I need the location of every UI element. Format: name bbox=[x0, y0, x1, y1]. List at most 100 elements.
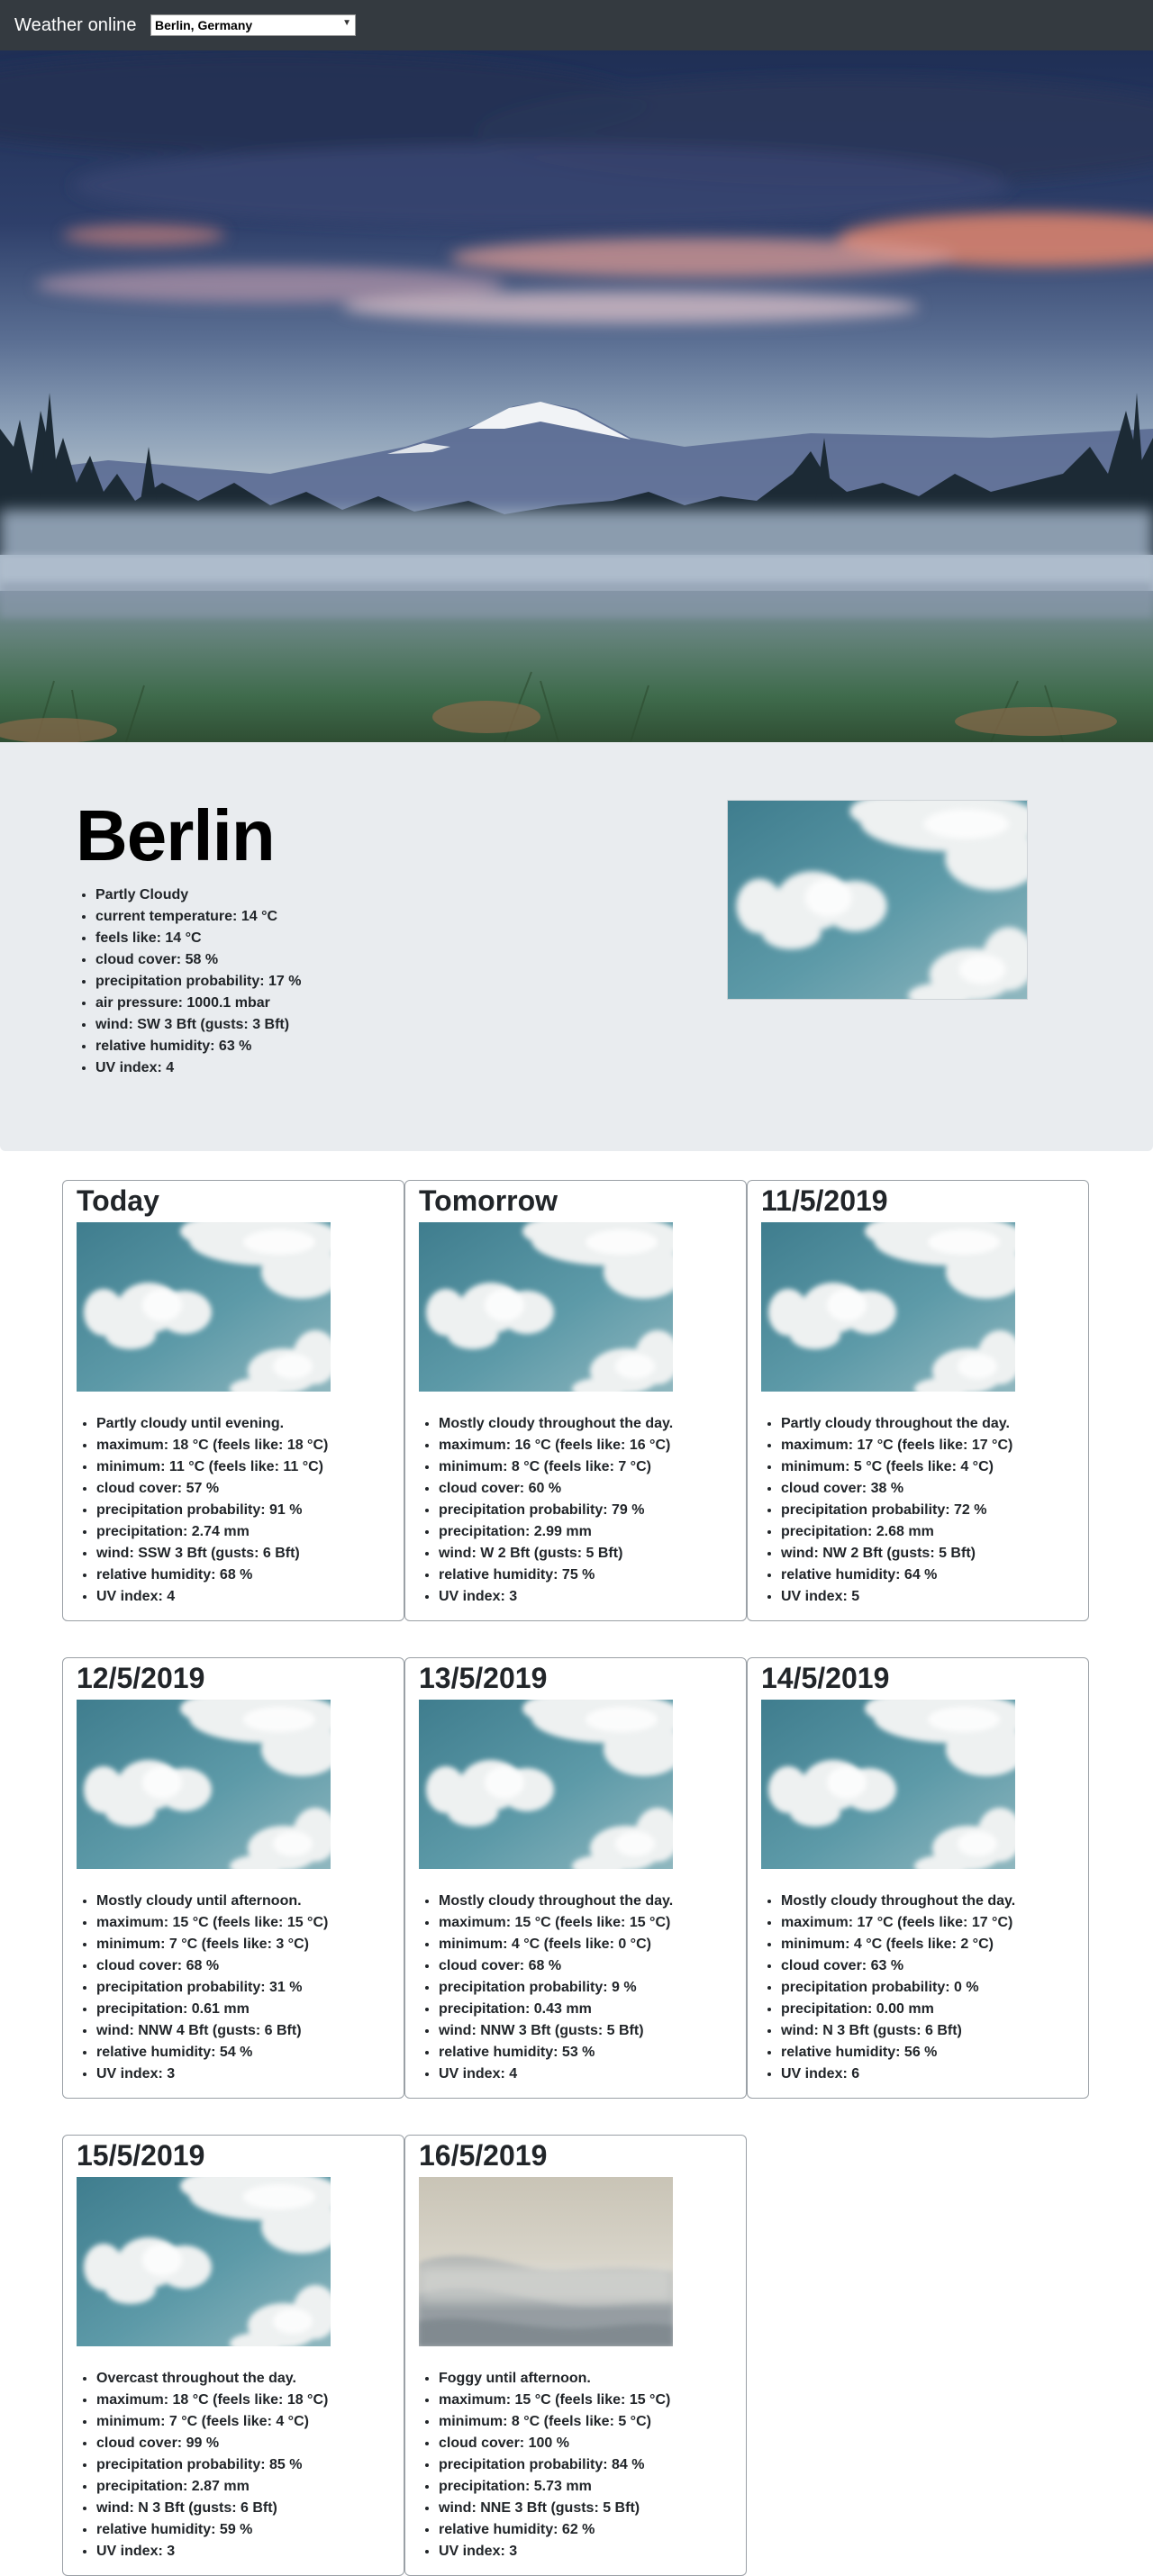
forecast-uv-index: UV index: 4 bbox=[96, 1586, 328, 1608]
forecast-cloud-cover: cloud cover: 57 % bbox=[96, 1478, 328, 1500]
forecast-precipitation-probability: precipitation probability: 79 % bbox=[439, 1500, 673, 1521]
forecast-minimum: minimum: 5 °C (feels like: 4 °C) bbox=[781, 1456, 1012, 1478]
forecast-cloud-cover: cloud cover: 60 % bbox=[439, 1478, 673, 1500]
clouds-photo bbox=[419, 1222, 673, 1392]
forecast-precipitation: precipitation: 2.74 mm bbox=[96, 1521, 328, 1543]
forecast-summary: Mostly cloudy throughout the day. bbox=[439, 1413, 673, 1435]
forecast-details: Mostly cloudy throughout the day. maximu… bbox=[781, 1891, 1015, 2085]
forecast-precipitation-probability: precipitation probability: 9 % bbox=[439, 1977, 673, 1999]
clouds-photo bbox=[761, 1700, 1015, 1869]
forecast-card: Tomorrow Mostly cloudy throughout the da… bbox=[404, 1180, 747, 1621]
forecast-card: 11/5/2019 Partly cloudy throughout the d… bbox=[747, 1180, 1089, 1621]
forecast-uv-index: UV index: 5 bbox=[781, 1586, 1012, 1608]
forecast-precipitation-probability: precipitation probability: 91 % bbox=[96, 1500, 328, 1521]
forecast-maximum: maximum: 16 °C (feels like: 16 °C) bbox=[439, 1435, 673, 1456]
forecast-card: 14/5/2019 Mostly cloudy throughout the d… bbox=[747, 1657, 1089, 2099]
forecast-minimum: minimum: 7 °C (feels like: 4 °C) bbox=[96, 2411, 328, 2433]
forecast-day: 12/5/2019 bbox=[77, 1662, 205, 1694]
forecast-humidity: relative humidity: 62 % bbox=[439, 2519, 670, 2541]
forecast-minimum: minimum: 7 °C (feels like: 3 °C) bbox=[96, 1934, 328, 1955]
forecast-wind: wind: NW 2 Bft (gusts: 5 Bft) bbox=[781, 1543, 1012, 1565]
forecast-details: Mostly cloudy throughout the day. maximu… bbox=[439, 1891, 673, 2085]
forecast-precipitation: precipitation: 2.99 mm bbox=[439, 1521, 673, 1543]
location-select[interactable]: Berlin, Germany ▼ bbox=[150, 14, 356, 36]
forecast-uv-index: UV index: 3 bbox=[439, 1586, 673, 1608]
forecast-humidity: relative humidity: 54 % bbox=[96, 2042, 328, 2064]
clouds-photo bbox=[761, 1222, 1015, 1392]
location-select-value: Berlin, Germany bbox=[155, 18, 253, 32]
forecast-day: 11/5/2019 bbox=[761, 1184, 888, 1217]
hero-landscape-image bbox=[0, 50, 1153, 742]
forecast-summary: Partly cloudy until evening. bbox=[96, 1413, 328, 1435]
forecast-cloud-cover: cloud cover: 63 % bbox=[781, 1955, 1015, 1977]
forecast-details: Overcast throughout the day. maximum: 18… bbox=[96, 2368, 328, 2562]
forecast-details: Partly cloudy throughout the day. maximu… bbox=[781, 1413, 1012, 1608]
relative-humidity: relative humidity: 63 % bbox=[95, 1036, 301, 1057]
forecast-cloud-cover: cloud cover: 38 % bbox=[781, 1478, 1012, 1500]
forecast-wind: wind: NNW 3 Bft (gusts: 5 Bft) bbox=[439, 2020, 673, 2042]
forecast-card: 16/5/2019 Foggy until afternoon. maximum… bbox=[404, 2135, 747, 2576]
forecast-precipitation: precipitation: 0.61 mm bbox=[96, 1999, 328, 2020]
forecast-precipitation-probability: precipitation probability: 72 % bbox=[781, 1500, 1012, 1521]
brand-title[interactable]: Weather online bbox=[14, 15, 137, 36]
forecast-humidity: relative humidity: 68 % bbox=[96, 1565, 328, 1586]
forecast-precipitation: precipitation: 0.00 mm bbox=[781, 1999, 1015, 2020]
cloud-cover: cloud cover: 58 % bbox=[95, 949, 301, 971]
forecast-uv-index: UV index: 4 bbox=[439, 2064, 673, 2085]
forecast-wind: wind: N 3 Bft (gusts: 6 Bft) bbox=[96, 2498, 328, 2519]
forecast-day: 14/5/2019 bbox=[761, 1662, 890, 1694]
forecast-maximum: maximum: 15 °C (feels like: 15 °C) bbox=[439, 2390, 670, 2411]
uv-index: UV index: 4 bbox=[95, 1057, 301, 1079]
forecast-precipitation: precipitation: 0.43 mm bbox=[439, 1999, 673, 2020]
forecast-card: 12/5/2019 Mostly cloudy until afternoon.… bbox=[62, 1657, 404, 2099]
wind: wind: SW 3 Bft (gusts: 3 Bft) bbox=[95, 1014, 301, 1036]
forecast-maximum: maximum: 15 °C (feels like: 15 °C) bbox=[439, 1912, 673, 1934]
forecast-wind: wind: NNW 4 Bft (gusts: 6 Bft) bbox=[96, 2020, 328, 2042]
forecast-humidity: relative humidity: 53 % bbox=[439, 2042, 673, 2064]
forecast-precipitation-probability: precipitation probability: 0 % bbox=[781, 1977, 1015, 1999]
forecast-uv-index: UV index: 3 bbox=[439, 2541, 670, 2562]
forecast-humidity: relative humidity: 59 % bbox=[96, 2519, 328, 2541]
air-pressure: air pressure: 1000.1 mbar bbox=[95, 993, 301, 1014]
forecast-minimum: minimum: 4 °C (feels like: 0 °C) bbox=[439, 1934, 673, 1955]
forecast-day: Tomorrow bbox=[419, 1184, 558, 1217]
forecast-card: 13/5/2019 Mostly cloudy throughout the d… bbox=[404, 1657, 747, 2099]
forecast-uv-index: UV index: 3 bbox=[96, 2064, 328, 2085]
forecast-summary: Mostly cloudy throughout the day. bbox=[439, 1891, 673, 1912]
forecast-cloud-cover: cloud cover: 68 % bbox=[439, 1955, 673, 1977]
forecast-precipitation-probability: precipitation probability: 84 % bbox=[439, 2454, 670, 2476]
forecast-summary: Partly cloudy throughout the day. bbox=[781, 1413, 1012, 1435]
forecast-day: 16/5/2019 bbox=[419, 2139, 548, 2172]
current-weather-details: Partly Cloudy current temperature: 14 °C… bbox=[95, 884, 301, 1079]
forecast-wind: wind: NNE 3 Bft (gusts: 5 Bft) bbox=[439, 2498, 670, 2519]
forecast-maximum: maximum: 18 °C (feels like: 18 °C) bbox=[96, 1435, 328, 1456]
forecast-maximum: maximum: 15 °C (feels like: 15 °C) bbox=[96, 1912, 328, 1934]
forecast-minimum: minimum: 4 °C (feels like: 2 °C) bbox=[781, 1934, 1015, 1955]
forecast-cloud-cover: cloud cover: 100 % bbox=[439, 2433, 670, 2454]
forecast-humidity: relative humidity: 75 % bbox=[439, 1565, 673, 1586]
forecast-day: Today bbox=[77, 1184, 159, 1217]
current-temperature: current temperature: 14 °C bbox=[95, 906, 301, 928]
forecast-card: 15/5/2019 Overcast throughout the day. m… bbox=[62, 2135, 404, 2576]
forecast-wind: wind: SSW 3 Bft (gusts: 6 Bft) bbox=[96, 1543, 328, 1565]
forecast-summary: Mostly cloudy throughout the day. bbox=[781, 1891, 1015, 1912]
forecast-humidity: relative humidity: 56 % bbox=[781, 2042, 1015, 2064]
forecast-day: 13/5/2019 bbox=[419, 1662, 548, 1694]
forecast-card: Today Partly cloudy until evening. maxim… bbox=[62, 1180, 404, 1621]
forecast-precipitation: precipitation: 2.68 mm bbox=[781, 1521, 1012, 1543]
forecast-humidity: relative humidity: 64 % bbox=[781, 1565, 1012, 1586]
clouds-photo bbox=[77, 1222, 331, 1392]
forecast-details: Mostly cloudy throughout the day. maximu… bbox=[439, 1413, 673, 1608]
clouds-photo bbox=[419, 1700, 673, 1869]
feels-like: feels like: 14 °C bbox=[95, 928, 301, 949]
forecast-details: Mostly cloudy until afternoon. maximum: … bbox=[96, 1891, 328, 2085]
fog-photo bbox=[419, 2177, 673, 2346]
forecast-uv-index: UV index: 6 bbox=[781, 2064, 1015, 2085]
forecast-precipitation-probability: precipitation probability: 31 % bbox=[96, 1977, 328, 1999]
forecast-cloud-cover: cloud cover: 99 % bbox=[96, 2433, 328, 2454]
forecast-minimum: minimum: 11 °C (feels like: 11 °C) bbox=[96, 1456, 328, 1478]
current-weather-panel: Berlin Partly Cloudy current temperature… bbox=[0, 742, 1153, 1151]
forecast-maximum: maximum: 17 °C (feels like: 17 °C) bbox=[781, 1435, 1012, 1456]
forecast-precipitation: precipitation: 5.73 mm bbox=[439, 2476, 670, 2498]
current-weather-photo bbox=[727, 800, 1028, 1000]
